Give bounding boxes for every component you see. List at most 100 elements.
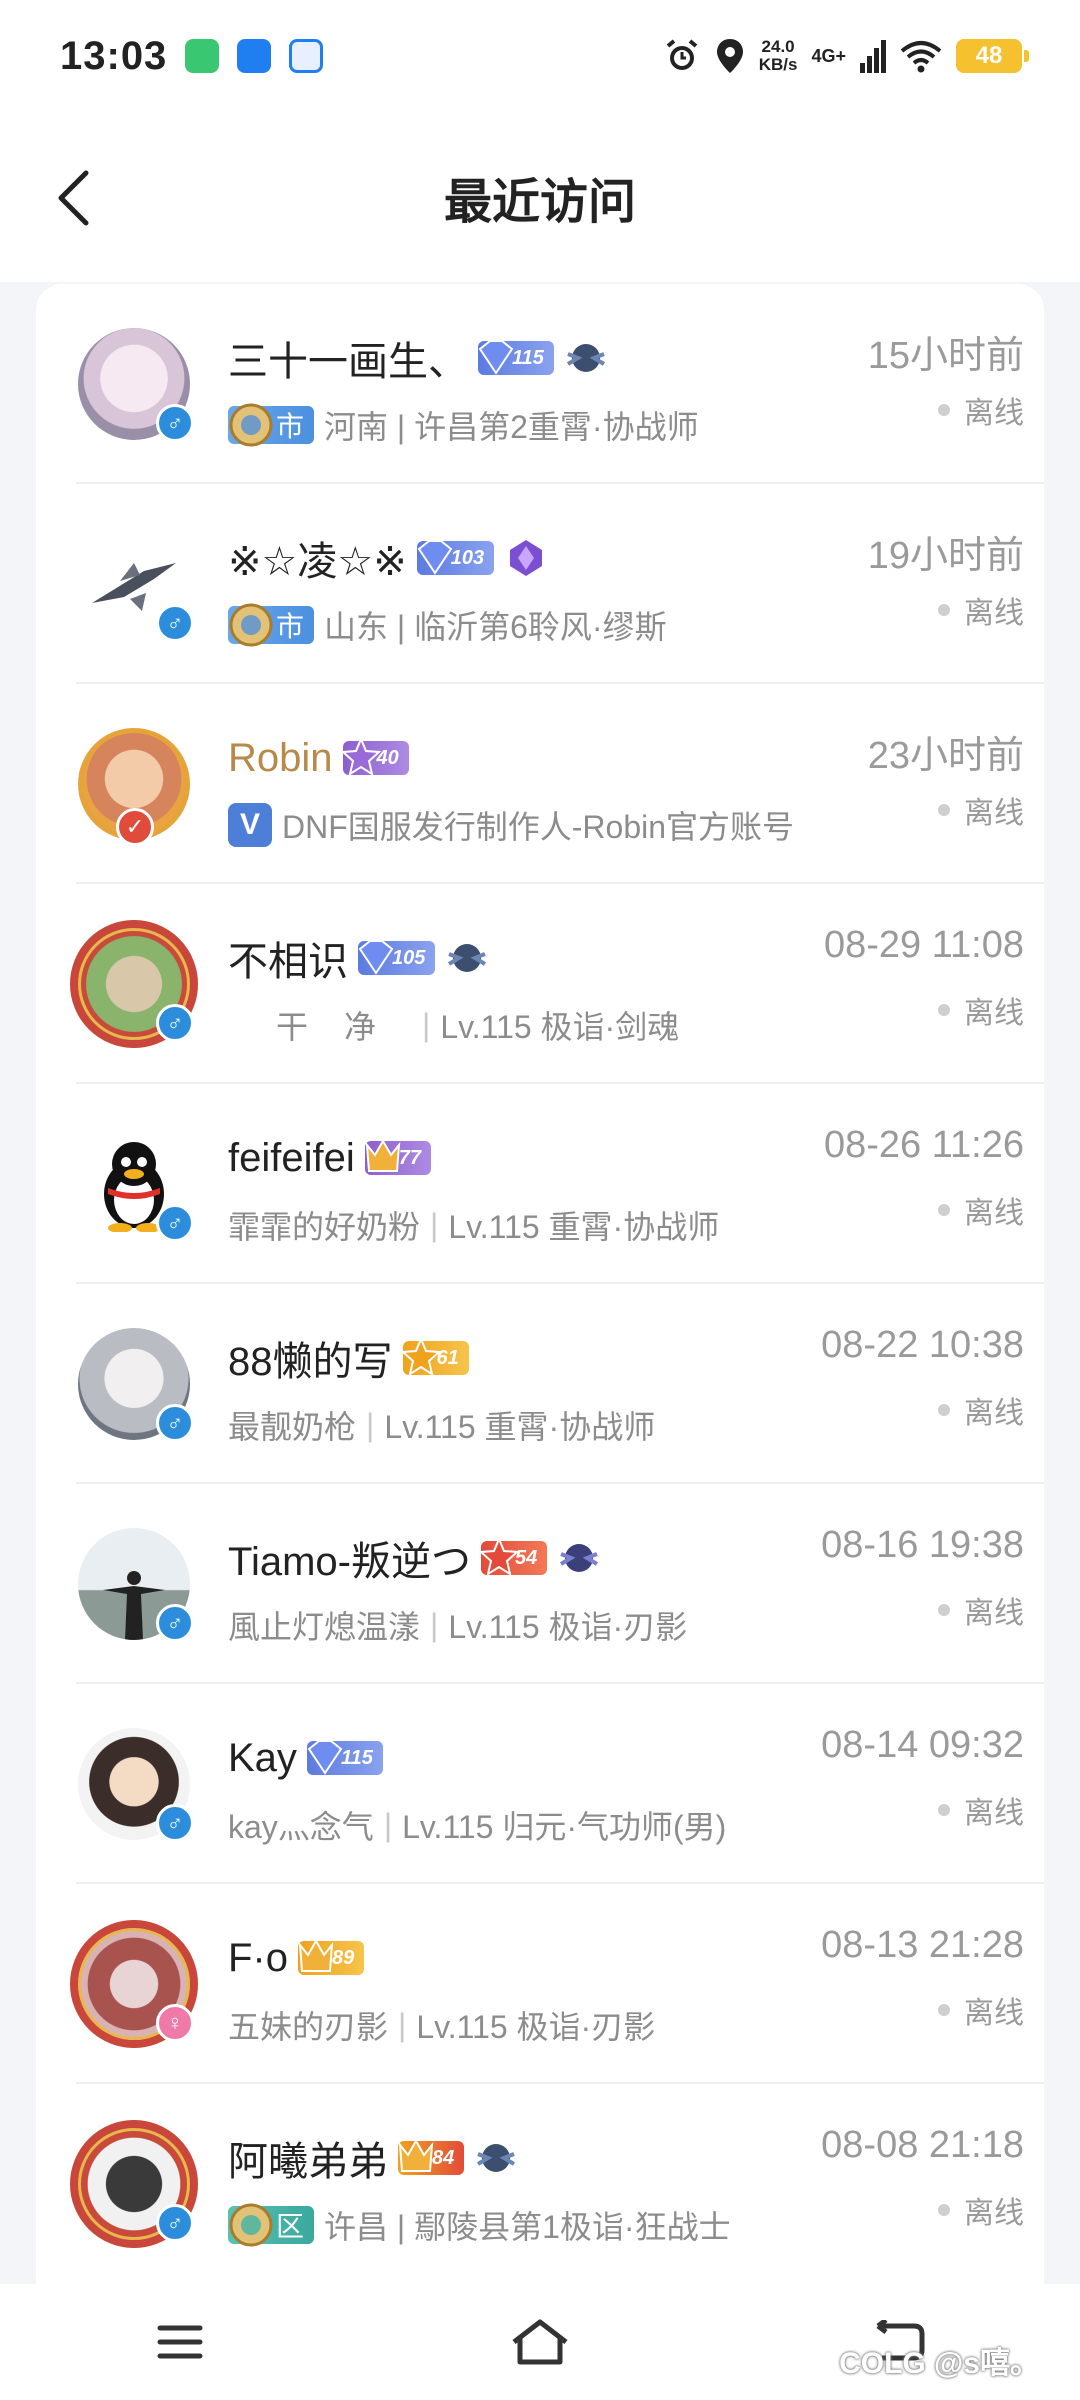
gender-female-icon: ♀: [156, 2004, 194, 2042]
medal-icon: [229, 403, 273, 447]
list-item[interactable]: ♂ Tiamo-叛逆つ 54 風止灯熄温漾 | Lv.115 极诣·刃影 08-…: [76, 1484, 1044, 1684]
status-dot: [938, 2204, 950, 2216]
menu-button[interactable]: [135, 2307, 225, 2377]
region-tag-label: 市: [276, 411, 305, 442]
name-line: ※☆凌☆※ 103: [228, 530, 548, 586]
character-info: Lv.115 极诣·刃影: [448, 1609, 688, 1645]
rank-emblem-icon: [448, 944, 487, 972]
user-name: ※☆凌☆※: [228, 540, 407, 584]
name-line: 不相识 105: [228, 930, 489, 986]
avatar[interactable]: ♂: [70, 920, 198, 1048]
user-name: 不相识: [228, 940, 348, 984]
avatar[interactable]: ✓: [78, 728, 190, 846]
character-info: Lv.115 极诣·剑魂: [440, 1009, 680, 1045]
medal-icon: [229, 2203, 273, 2247]
visit-time: 08-16 19:38: [821, 1524, 1024, 1566]
online-status: 离线: [938, 2188, 1024, 2232]
character-name: 霏霏的好奶粉: [228, 1209, 421, 1245]
gender-male-icon: ♂: [156, 404, 194, 442]
character-info: Lv.115 重霄·协战师: [448, 1209, 720, 1245]
status-dot: [938, 804, 950, 816]
status-text: 离线: [964, 597, 1024, 630]
app-notification-icon-2: [289, 39, 324, 73]
list-item[interactable]: ♀ F·o 89 五妹的刃影 | Lv.115 极诣·刃影 08-13 21:2…: [70, 1884, 1044, 2084]
online-status: 离线: [938, 1988, 1024, 2032]
online-status: 离线: [938, 588, 1024, 632]
visit-time: 23小时前: [867, 735, 1024, 777]
list-item[interactable]: ♂ 阿曦弟弟 84 区 许昌 | 鄢陵县第1极诣·狂战士 08-08 21:18…: [70, 2084, 1044, 2284]
avatar[interactable]: ♂: [78, 328, 194, 442]
rank-emblem-icon: [560, 1544, 599, 1572]
character-name: 干净: [276, 1009, 413, 1045]
gender-male-icon: ♂: [156, 1404, 194, 1442]
avatar[interactable]: ♀: [70, 1920, 198, 2048]
menu-icon: [157, 2325, 203, 2359]
character-name: 風止灯熄温漾: [228, 1609, 421, 1645]
status-text: 离线: [964, 2197, 1024, 2230]
avatar[interactable]: ♂: [78, 1128, 194, 1242]
status-dot: [938, 1604, 950, 1616]
avatar[interactable]: ♂: [78, 1328, 194, 1442]
level-badge: 61: [400, 1336, 469, 1377]
region-tag: 区: [228, 2203, 315, 2247]
avatar[interactable]: ♂: [78, 528, 194, 642]
list-item[interactable]: ♂ Kay 115 kay灬念气 | Lv.115 归元·气功师(男) 08-1…: [76, 1684, 1044, 1884]
official-account-text: DNF国服发行制作人-Robin官方账号: [282, 809, 795, 845]
status-text: 离线: [964, 397, 1024, 430]
level-badge: 89: [298, 1938, 365, 1975]
user-name: Robin: [228, 735, 333, 780]
list-item[interactable]: ♂ 三十一画生、 115 市 河南 | 许昌第2重霄·协战师 15小时前 离线: [76, 284, 1044, 484]
app-notification-icon: [185, 39, 220, 73]
upload-icon: [237, 39, 272, 73]
list-item[interactable]: ✓ Robin 40 V DNF国服发行制作人-Robin官方账号 23小时前 …: [76, 684, 1044, 884]
user-name: Tiamo-叛逆つ: [228, 1540, 471, 1584]
character-info: Lv.115 重霄·协战师: [384, 1409, 656, 1445]
star-icon: [340, 736, 381, 777]
sub-line: 五妹的刃影 | Lv.115 极诣·刃影: [228, 2002, 655, 2048]
battery-icon: 48: [956, 39, 1029, 73]
level-badge: 115: [306, 1740, 383, 1775]
rank-emblem-icon: [566, 344, 605, 372]
verified-check-icon: ✓: [116, 808, 154, 846]
location-icon: [716, 39, 743, 73]
back-button[interactable]: [38, 160, 108, 236]
user-name: Kay: [228, 1735, 297, 1780]
visit-time: 08-13 21:28: [821, 1924, 1024, 1966]
divider: |: [430, 1206, 439, 1243]
status-text: 离线: [964, 1797, 1024, 1830]
home-icon: [512, 2319, 568, 2365]
list-item[interactable]: ♂ feifeifei 77 霏霏的好奶粉 | Lv.115 重霄·协战师 08…: [76, 1084, 1044, 1284]
gender-male-icon: ♂: [156, 604, 194, 642]
sub-line: 市 河南 | 许昌第2重霄·协战师: [228, 402, 699, 448]
avatar[interactable]: ♂: [78, 1528, 194, 1642]
list-item[interactable]: ♂ ※☆凌☆※ 103 市 山东 | 临沂第6聆风·缪斯 19小时前 离线: [76, 484, 1044, 684]
rank-emblem-icon: [477, 2144, 516, 2172]
status-text: 离线: [964, 1597, 1024, 1630]
avatar[interactable]: ♂: [78, 1728, 194, 1842]
list-item[interactable]: ♂ 不相识 105 干净 | Lv.115 极诣·剑魂 08-29 11:08 …: [70, 884, 1044, 1084]
visit-time: 08-14 09:32: [821, 1724, 1024, 1766]
clock: 13:03: [60, 33, 168, 78]
level-badge: 40: [340, 736, 409, 777]
online-status: 离线: [938, 788, 1024, 832]
diamond-icon: [478, 340, 514, 375]
home-button[interactable]: [495, 2307, 585, 2377]
page-title: 最近访问: [443, 176, 636, 229]
gender-male-icon: ♂: [156, 1204, 194, 1242]
gender-male-icon: ♂: [156, 1004, 194, 1042]
divider: |: [422, 1006, 431, 1043]
online-status: 离线: [938, 1188, 1024, 1232]
sub-line: 干净 | Lv.115 极诣·剑魂: [228, 1002, 679, 1048]
diamond-icon: [358, 940, 394, 975]
avatar[interactable]: ♂: [70, 2120, 198, 2248]
visit-time: 08-08 21:18: [821, 2124, 1024, 2166]
location-text: 许昌 | 鄢陵县第1极诣·狂战士: [324, 2209, 731, 2245]
level-badge: 77: [364, 1138, 431, 1175]
status-dot: [938, 604, 950, 616]
character-info: Lv.115 极诣·刃影: [416, 2009, 656, 2045]
list-item[interactable]: ♂ 88懒的写 61 最靓奶枪 | Lv.115 重霄·协战师 08-22 10…: [76, 1284, 1044, 1484]
gender-male-icon: ♂: [156, 1804, 194, 1842]
alarm-icon: [666, 39, 698, 70]
visitor-list: ♂ 三十一画生、 115 市 河南 | 许昌第2重霄·协战师 15小时前 离线 …: [36, 284, 1044, 2284]
divider: |: [383, 1806, 393, 1843]
